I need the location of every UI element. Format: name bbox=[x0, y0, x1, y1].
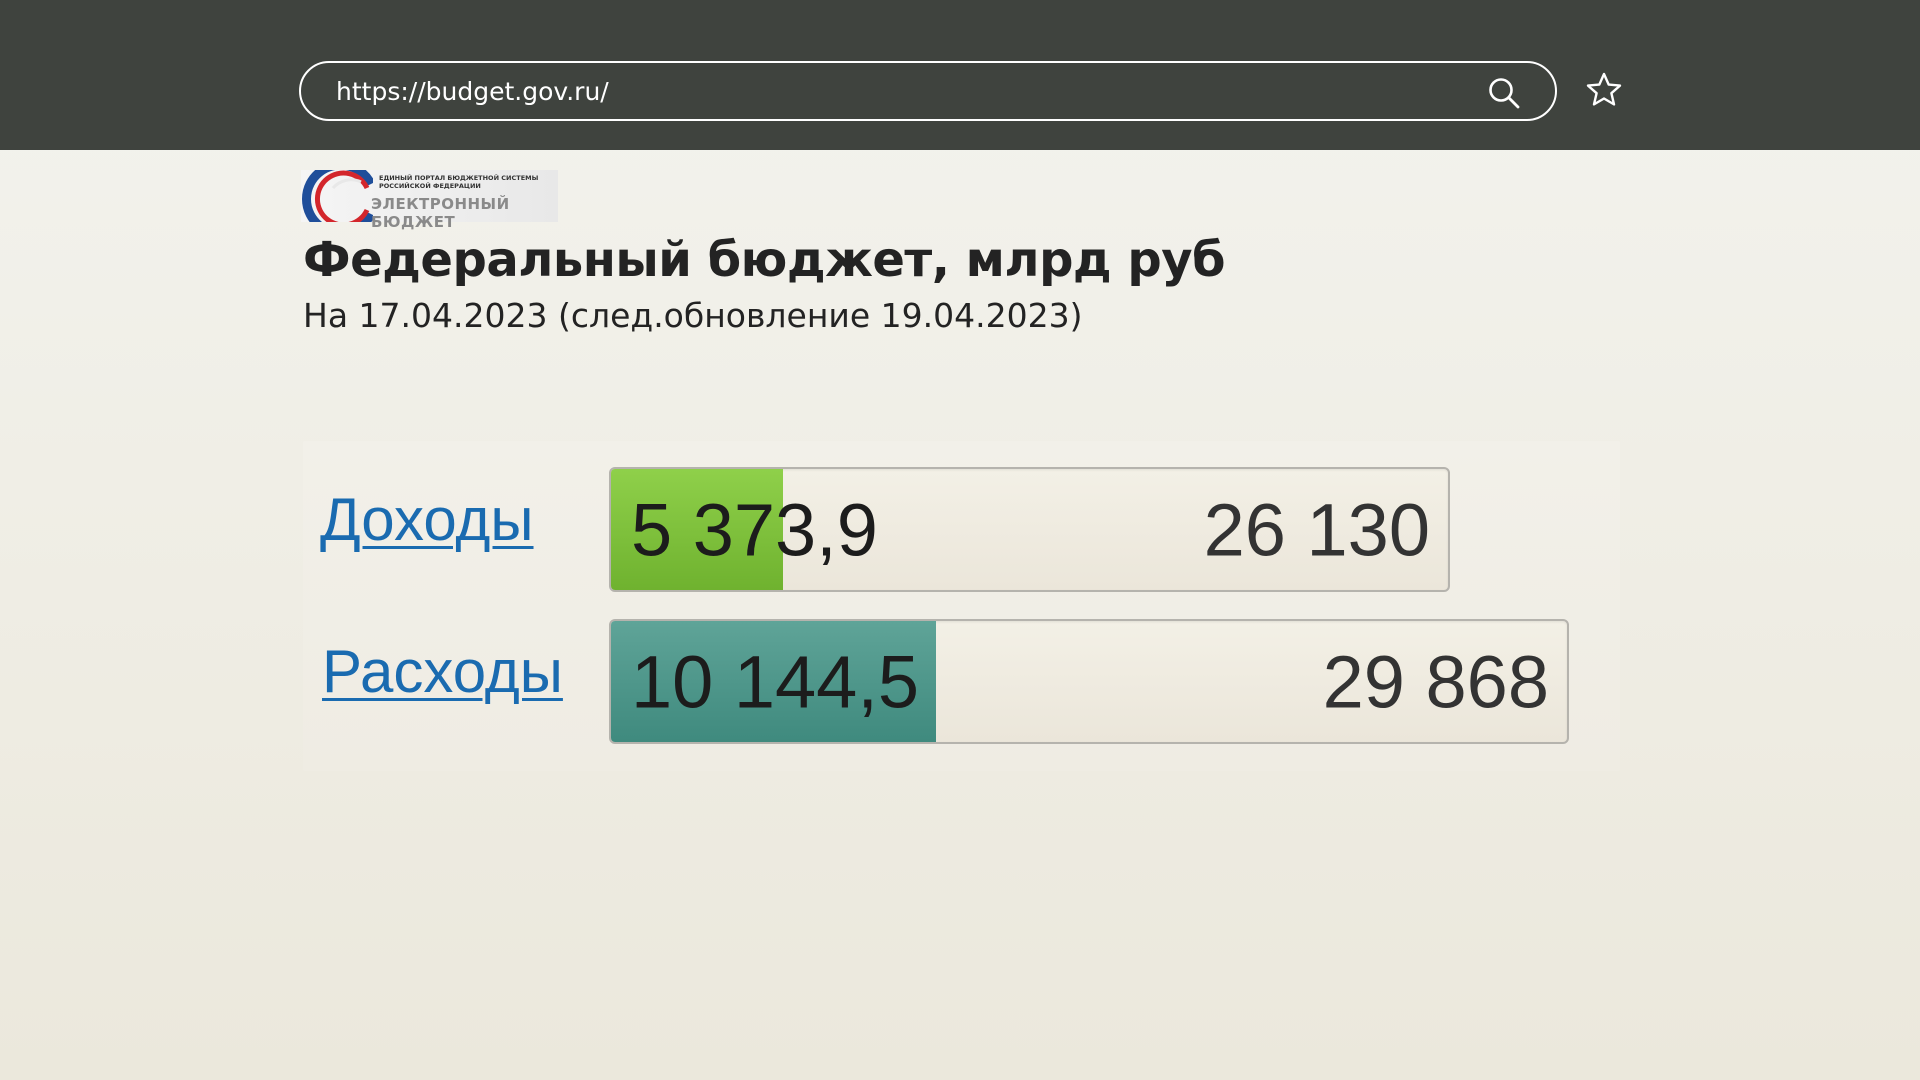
star-icon[interactable] bbox=[1585, 71, 1623, 109]
page-subtitle: На 17.04.2023 (след.обновление 19.04.202… bbox=[303, 296, 1083, 335]
page-title: Федеральный бюджет, млрд руб bbox=[303, 232, 1226, 288]
expenses-total: 29 868 bbox=[1322, 640, 1549, 723]
expenses-link[interactable]: Расходы bbox=[322, 637, 563, 706]
income-link[interactable]: Доходы bbox=[320, 485, 534, 554]
logo-big-text: ЭЛЕКТРОННЫЙ БЮДЖЕТ bbox=[371, 195, 510, 231]
expenses-value: 10 144,5 bbox=[631, 640, 920, 723]
address-bar[interactable]: https://budget.gov.ru/ bbox=[299, 61, 1557, 121]
logo-text: ЕДИНЫЙ ПОРТАЛ БЮДЖЕТНОЙ СИСТЕМЫ РОССИЙСК… bbox=[371, 170, 558, 231]
address-bar-url[interactable]: https://budget.gov.ru/ bbox=[336, 77, 609, 106]
income-total: 26 130 bbox=[1203, 488, 1430, 571]
logo-emblem-icon bbox=[301, 170, 373, 222]
logo: ЕДИНЫЙ ПОРТАЛ БЮДЖЕТНОЙ СИСТЕМЫ РОССИЙСК… bbox=[301, 170, 558, 231]
search-icon[interactable] bbox=[1487, 76, 1521, 110]
browser-toolbar: https://budget.gov.ru/ bbox=[0, 0, 1920, 150]
income-value: 5 373,9 bbox=[631, 488, 878, 571]
budget-panel: Доходы 5 373,9 26 130 Расходы 10 144,5 2… bbox=[303, 441, 1620, 771]
income-bar: 5 373,9 26 130 bbox=[609, 467, 1450, 592]
logo-small-text: ЕДИНЫЙ ПОРТАЛ БЮДЖЕТНОЙ СИСТЕМЫ РОССИЙСК… bbox=[379, 174, 539, 190]
expenses-bar: 10 144,5 29 868 bbox=[609, 619, 1569, 744]
